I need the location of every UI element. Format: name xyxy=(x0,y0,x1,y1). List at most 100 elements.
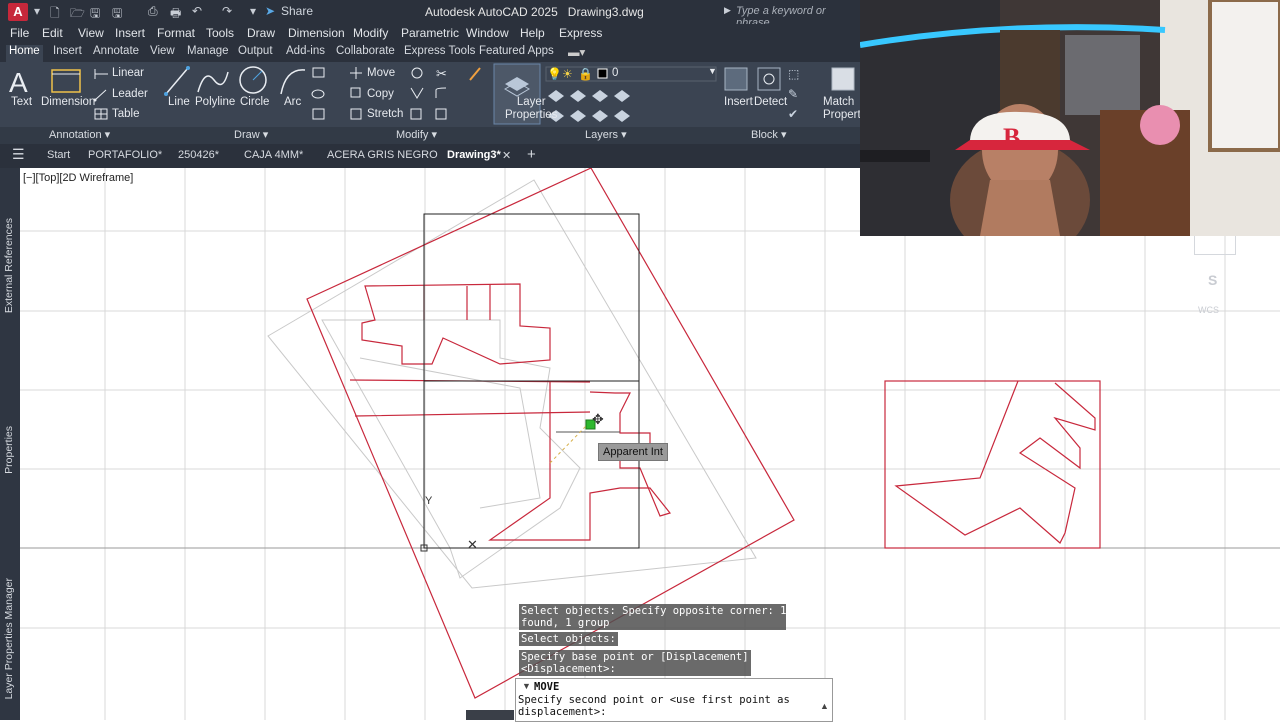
stretch-button[interactable]: Stretch xyxy=(367,108,403,120)
tab-insert[interactable]: Insert xyxy=(50,45,85,57)
redo-icon[interactable]: ↷ xyxy=(222,4,232,18)
share-button[interactable]: Share xyxy=(281,4,313,18)
menu-parametric[interactable]: Parametric xyxy=(401,26,459,40)
table-button[interactable]: Table xyxy=(112,108,140,120)
leader-button[interactable]: Leader xyxy=(112,88,148,100)
scale-icon xyxy=(410,108,422,120)
tab-home[interactable]: Home xyxy=(6,45,43,62)
copy-button[interactable]: Copy xyxy=(367,88,394,100)
menu-file[interactable]: File xyxy=(10,26,29,40)
tab-express-tools[interactable]: Express Tools xyxy=(401,45,478,57)
menu-tools[interactable]: Tools xyxy=(206,26,234,40)
file-tab-drawing3[interactable]: Drawing3* xyxy=(447,149,501,161)
menu-bar: File Edit View Insert Format Tools Draw … xyxy=(0,24,860,44)
autocad-logo-icon[interactable]: A xyxy=(8,3,28,21)
menu-help[interactable]: Help xyxy=(520,26,545,40)
menu-express[interactable]: Express xyxy=(559,26,602,40)
line-button[interactable]: Line xyxy=(168,96,190,108)
layer-properties-button[interactable]: Layer Properties xyxy=(505,96,557,122)
hatch-icon xyxy=(312,108,325,120)
menu-draw[interactable]: Draw xyxy=(247,26,275,40)
save-as-icon[interactable]: 🖫 xyxy=(112,4,122,25)
command-chevron-icon[interactable]: ▼ xyxy=(522,681,531,691)
tab-collaborate[interactable]: Collaborate xyxy=(333,45,398,57)
edit-block-icon: ✎ xyxy=(788,87,798,101)
file-tab-acera-gris-negro[interactable]: ACERA GRIS NEGRO xyxy=(327,149,438,161)
search-expand-icon[interactable]: ▶ xyxy=(724,5,731,16)
qat-dropdown-icon[interactable]: ▾ xyxy=(250,4,256,18)
title-bar: A ▾ 🗋 🗁 🖫 🖫 ⎙ 🖶 ↶ ↷ ▾ ➤ Share Autodesk A… xyxy=(0,0,860,29)
print-icon[interactable]: 🖶 xyxy=(170,4,181,25)
tab-manage[interactable]: Manage xyxy=(184,45,232,57)
text-tool-button[interactable]: Text xyxy=(11,96,32,108)
viewcube[interactable] xyxy=(1194,236,1236,255)
layer-freeze-icon: ☀ xyxy=(562,67,573,81)
panel-draw[interactable]: Draw ▾ xyxy=(234,128,268,141)
current-layer-value[interactable]: 0 xyxy=(612,67,618,79)
menu-dimension[interactable]: Dimension xyxy=(288,26,345,40)
command-name: MOVE xyxy=(534,681,560,693)
create-block-icon: ⬚ xyxy=(788,67,799,81)
command-history-line: Specify base point or [Displacement] <Di… xyxy=(519,650,751,676)
panel-layers[interactable]: Layers ▾ xyxy=(585,128,627,141)
new-tab-icon[interactable]: + xyxy=(527,146,536,163)
file-tab-portafolio[interactable]: PORTAFOLIO* xyxy=(88,149,162,161)
arc-icon xyxy=(280,69,306,95)
undo-icon[interactable]: ↶ xyxy=(192,4,202,18)
faded-geometry xyxy=(267,179,757,589)
tab-view[interactable]: View xyxy=(147,45,178,57)
palette-properties[interactable]: Properties xyxy=(3,426,15,474)
share-icon[interactable]: ➤ xyxy=(265,4,275,18)
ribbon-tabs: Home Insert Annotate View Manage Output … xyxy=(0,44,860,62)
command-scroll-icon[interactable]: ▲ xyxy=(820,701,829,711)
tab-output[interactable]: Output xyxy=(235,45,276,57)
polyline-button[interactable]: Polyline xyxy=(195,96,235,108)
file-tab-start[interactable]: Start xyxy=(47,149,70,161)
panel-annotation[interactable]: Annotation ▾ xyxy=(49,128,110,141)
move-button[interactable]: Move xyxy=(367,67,395,79)
menu-insert[interactable]: Insert xyxy=(115,26,145,40)
app-menu-chevron-icon[interactable]: ▾ xyxy=(34,4,40,18)
ucs-x-label: ✕ xyxy=(467,537,478,552)
tab-add-ins[interactable]: Add-ins xyxy=(283,45,328,57)
file-tab-caja-4mm[interactable]: CAJA 4MM* xyxy=(244,149,303,161)
ribbon-toggle-icon[interactable]: ▬▾ xyxy=(565,45,588,59)
tab-featured-apps[interactable]: Featured Apps xyxy=(476,45,557,57)
match-properties-icon xyxy=(831,67,855,91)
wcs-menu[interactable]: WCS xyxy=(1198,305,1219,315)
menu-window[interactable]: Window xyxy=(466,26,509,40)
dimension-icon xyxy=(51,69,81,93)
plot-icon[interactable]: ⎙ xyxy=(148,4,158,19)
arc-button[interactable]: Arc xyxy=(284,96,301,108)
menu-edit[interactable]: Edit xyxy=(42,26,63,40)
palette-layer-properties-manager[interactable]: Layer Properties Manager xyxy=(3,578,15,699)
open-file-icon[interactable]: 🗁 xyxy=(70,4,85,25)
tab-annotate[interactable]: Annotate xyxy=(90,45,142,57)
linear-button[interactable]: Linear xyxy=(112,67,144,79)
viewcube-south[interactable]: S xyxy=(1208,272,1217,288)
fillet-icon xyxy=(435,87,447,98)
webcam-overlay: B xyxy=(860,0,1280,236)
file-tab-250426[interactable]: 250426* xyxy=(178,149,219,161)
rotate-icon xyxy=(411,67,423,79)
circle-button[interactable]: Circle xyxy=(240,96,269,108)
menu-modify[interactable]: Modify xyxy=(353,26,388,40)
command-line[interactable]: ▼ MOVE Specify second point or <use firs… xyxy=(515,678,833,722)
panel-block[interactable]: Block ▾ xyxy=(751,128,786,141)
close-tab-icon[interactable]: ✕ xyxy=(502,149,511,162)
palette-external-references[interactable]: External References xyxy=(3,218,15,313)
menu-format[interactable]: Format xyxy=(157,26,195,40)
new-file-icon[interactable]: 🗋 xyxy=(50,4,60,25)
menu-view[interactable]: View xyxy=(78,26,104,40)
save-icon[interactable]: 🖫 xyxy=(90,4,100,25)
panel-modify[interactable]: Modify ▾ xyxy=(396,128,437,141)
viewport-controls[interactable]: [−][Top][2D Wireframe] xyxy=(23,172,133,184)
dimension-button[interactable]: Dimension xyxy=(41,96,95,108)
layer-dropdown-chevron-icon[interactable]: ▼ xyxy=(708,66,717,76)
detect-button[interactable]: Detect xyxy=(754,96,787,108)
copy-icon xyxy=(350,87,361,98)
insert-block-button[interactable]: Insert xyxy=(724,96,753,108)
hamburger-menu-icon[interactable]: ☰ xyxy=(12,146,25,163)
command-line-toolbar[interactable] xyxy=(466,710,514,720)
erase-icon xyxy=(469,67,481,81)
